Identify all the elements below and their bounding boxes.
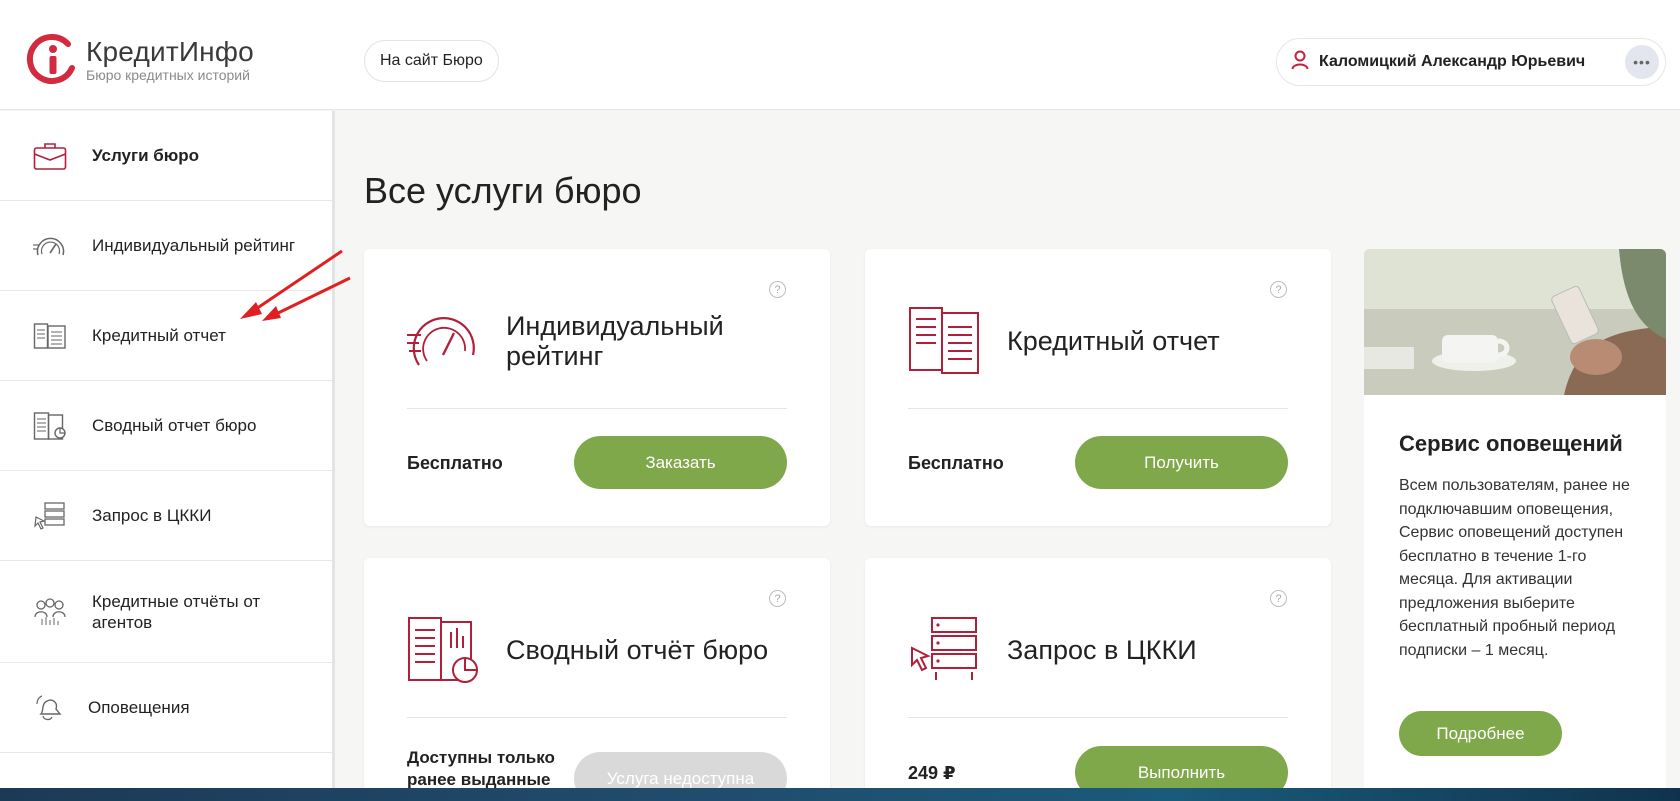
card-divider [908, 717, 1288, 718]
brand-name: КредитИнфо [86, 36, 254, 67]
sidebar: Услуги бюро Индивидуальный рейтинг Креди… [0, 111, 335, 801]
taskbar [0, 788, 1680, 801]
service-card-ckki-request: ? Запрос в ЦККИ 249 ₽ Выполнить [865, 558, 1331, 801]
order-button[interactable]: Заказать [574, 436, 787, 489]
user-name: Каломицкий Александр Юрьевич [1319, 53, 1586, 70]
bell-icon [30, 690, 66, 726]
card-price: Бесплатно [908, 453, 1004, 473]
service-card-summary-report: ? Сводный отчёт бюро Доступны только ран… [364, 558, 830, 801]
user-menu[interactable]: Каломицкий Александр Юрьевич ••• [1276, 38, 1666, 86]
briefcase-icon [32, 138, 68, 174]
brand-logo[interactable]: КредитИнфо Бюро кредитных историй [26, 34, 254, 86]
sidebar-item-services[interactable]: Услуги бюро [0, 111, 332, 201]
sidebar-item-label: Услуги бюро [92, 146, 200, 165]
report-icon [32, 318, 68, 354]
report-icon [908, 305, 980, 377]
server-request-icon [908, 614, 980, 686]
service-card-credit-report: ? Кредитный отчет Бесплатно Получить [865, 249, 1331, 526]
sidebar-item-label: Индивидуальный рейтинг [92, 236, 296, 255]
help-icon[interactable]: ? [769, 590, 786, 607]
summary-report-icon [32, 408, 68, 444]
card-price: Доступны только ранее выданные [407, 748, 555, 789]
sidebar-item-label: Кредитные отчёты от агентов [92, 591, 261, 632]
card-title: Индивидуальный рейтинг [506, 311, 724, 371]
sidebar-item-rating[interactable]: Индивидуальный рейтинг [0, 201, 332, 291]
speedometer-icon [407, 305, 479, 377]
sidebar-item-label: Запрос в ЦККИ [92, 506, 212, 525]
page-title: Все услуги бюро [364, 170, 642, 211]
logo-mark-icon [26, 34, 78, 86]
promo-title: Сервис оповещений [1399, 431, 1623, 456]
card-title: Запрос в ЦККИ [1007, 635, 1197, 665]
summary-report-icon [407, 614, 479, 686]
sidebar-item-credit-report[interactable]: Кредитный отчет [0, 291, 332, 381]
card-divider [908, 408, 1288, 409]
sidebar-item-label: Кредитный отчет [92, 326, 226, 345]
sidebar-item-agents-reports[interactable]: Кредитные отчёты от агентов [0, 561, 332, 663]
promo-photo [1364, 249, 1666, 395]
card-divider [407, 408, 787, 409]
more-options-button[interactable]: ••• [1625, 45, 1659, 79]
sidebar-item-label: Оповещения [88, 698, 190, 717]
more-info-button[interactable]: Подробнее [1399, 711, 1562, 756]
speedometer-icon [32, 228, 68, 264]
get-button[interactable]: Получить [1075, 436, 1288, 489]
sidebar-item-summary-report[interactable]: Сводный отчет бюро [0, 381, 332, 471]
service-card-rating: ? Индивидуальный рейтинг Бесплатно Заказ… [364, 249, 830, 526]
promo-text: Всем пользователям, ранее не подключавши… [1399, 477, 1630, 659]
notification-service-promo: Сервис оповещений Всем пользователям, ра… [1364, 249, 1666, 801]
card-title: Кредитный отчет [1007, 326, 1220, 356]
card-title: Сводный отчёт бюро [506, 635, 769, 665]
sidebar-item-notifications[interactable]: Оповещения [0, 663, 332, 753]
go-to-site-button[interactable]: На сайт Бюро [364, 40, 499, 82]
sidebar-item-label: Сводный отчет бюро [92, 416, 257, 435]
top-header: КредитИнфо Бюро кредитных историй На сай… [0, 0, 1680, 110]
card-price: Бесплатно [407, 453, 503, 473]
help-icon[interactable]: ? [769, 281, 786, 298]
user-icon [1291, 50, 1309, 75]
help-icon[interactable]: ? [1270, 281, 1287, 298]
sidebar-item-ckki-request[interactable]: Запрос в ЦККИ [0, 471, 332, 561]
help-icon[interactable]: ? [1270, 590, 1287, 607]
server-request-icon [32, 498, 68, 534]
agents-icon [32, 594, 68, 630]
card-price: 249 ₽ [908, 763, 956, 783]
card-divider [407, 717, 787, 718]
brand-subtitle: Бюро кредитных историй [86, 67, 250, 83]
